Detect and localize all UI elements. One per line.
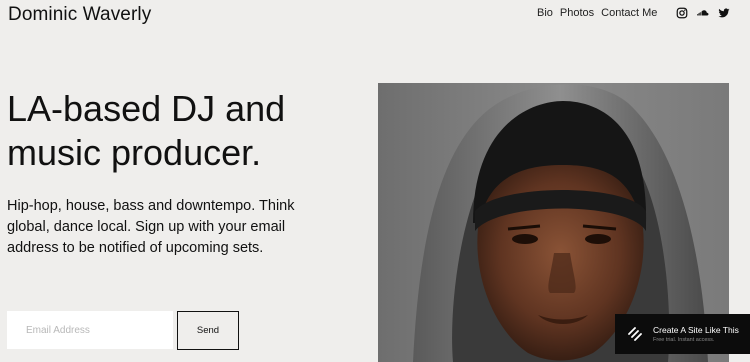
- send-button[interactable]: Send: [177, 311, 239, 350]
- nav-item-photos[interactable]: Photos: [560, 7, 594, 19]
- headline-line-1: LA-based DJ and: [7, 88, 286, 129]
- site-title[interactable]: Dominic Waverly: [8, 4, 151, 26]
- headline-line-2: music producer.: [7, 132, 262, 173]
- hero-blurb: Hip-hop, house, bass and downtempo. Thin…: [7, 198, 295, 256]
- twitter-icon[interactable]: [718, 7, 730, 19]
- nav-item-bio[interactable]: Bio: [537, 7, 553, 19]
- promo-text: Create A Site Like This Free trial. Inst…: [653, 325, 739, 344]
- social-links: [676, 7, 730, 19]
- create-site-promo[interactable]: Create A Site Like This Free trial. Inst…: [615, 314, 750, 354]
- hero-headline: LA-based DJ and music producer.: [7, 87, 347, 175]
- nav-item-contact-me[interactable]: Contact Me: [601, 7, 657, 19]
- main-nav: Bio Photos Contact Me: [537, 7, 657, 19]
- instagram-icon[interactable]: [676, 7, 688, 19]
- soundcloud-icon[interactable]: [697, 7, 709, 19]
- promo-title: Create A Site Like This: [653, 324, 739, 335]
- email-input[interactable]: [7, 311, 173, 349]
- promo-subtitle: Free trial. Instant access.: [653, 336, 715, 343]
- squarespace-logo-icon: [628, 327, 642, 341]
